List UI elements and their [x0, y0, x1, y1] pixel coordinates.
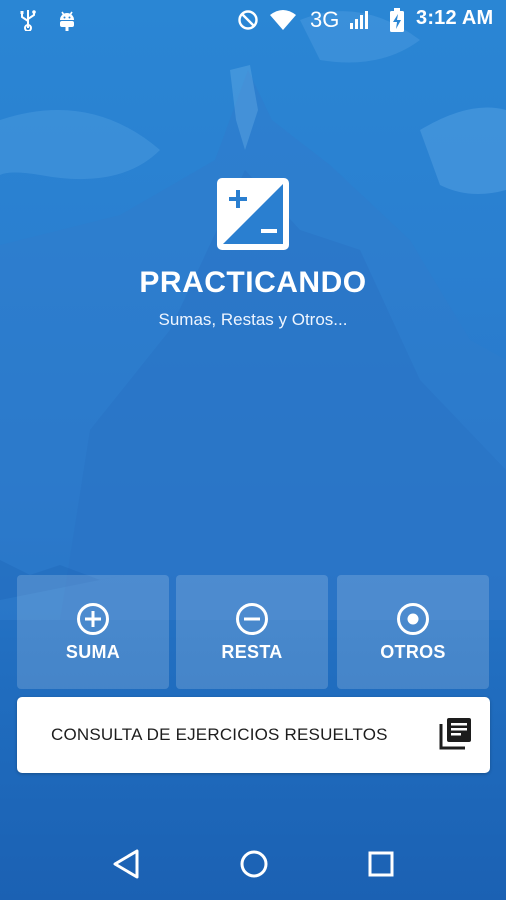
otros-button[interactable]: OTROS	[337, 575, 489, 689]
battery-charging-icon	[388, 8, 406, 32]
minus-circle-icon	[236, 603, 268, 635]
wifi-icon	[268, 8, 298, 32]
plus-minus-icon	[217, 178, 289, 250]
back-icon	[113, 849, 139, 879]
app-subtitle: Sumas, Restas y Otros...	[158, 310, 348, 329]
suma-button[interactable]: SUMA	[17, 575, 169, 689]
suma-label: SUMA	[65, 642, 121, 662]
usb-icon	[18, 8, 38, 32]
status-time: 3:12 AM	[416, 7, 494, 29]
android-debug-icon	[56, 8, 78, 32]
otros-label: OTROS	[380, 642, 446, 662]
home-button[interactable]	[234, 844, 274, 884]
library-books-icon	[439, 718, 471, 750]
recents-button[interactable]	[361, 844, 401, 884]
plus-circle-icon	[77, 603, 109, 635]
back-button[interactable]	[107, 844, 147, 884]
do-not-disturb-icon	[236, 8, 260, 32]
resta-label: RESTA	[221, 642, 283, 662]
consulta-ejercicios-button[interactable]: CONSULTA DE EJERCICIOS RESUELTOS	[17, 697, 490, 773]
app-title: PRACTICANDO	[139, 266, 367, 299]
signal-icon	[348, 8, 372, 32]
consulta-label: CONSULTA DE EJERCICIOS RESUELTOS	[51, 725, 388, 744]
resta-button[interactable]: RESTA	[176, 575, 328, 689]
status-bar: 3G 3:12 AM	[0, 0, 506, 40]
radio-circle-icon	[397, 603, 429, 635]
recents-icon	[368, 851, 394, 877]
home-icon	[240, 850, 268, 878]
app-screen: 3G 3:12 AM PRACTICANDO Sumas, Restas y O…	[0, 0, 506, 900]
network-type-label: 3G	[310, 7, 340, 32]
